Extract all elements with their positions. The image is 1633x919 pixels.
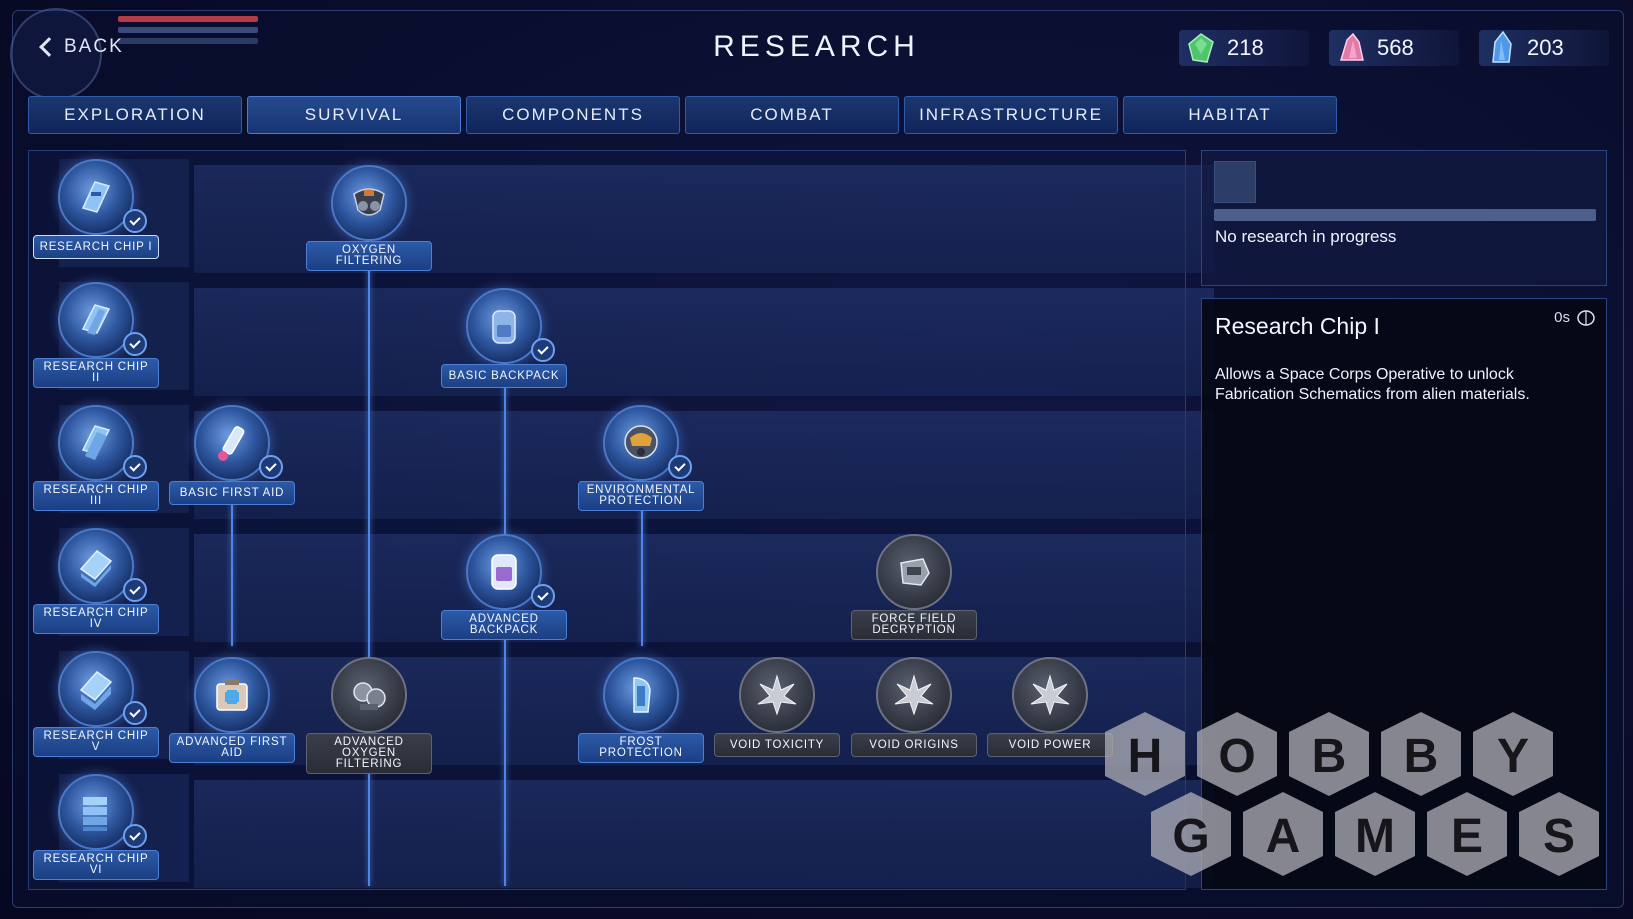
node-label: BASIC BACKPACK: [441, 364, 567, 388]
frost-suit-icon: [603, 657, 679, 733]
node-label: VOID TOXICITY: [714, 733, 840, 757]
svg-text:A: A: [1266, 810, 1301, 863]
node-research-chip-4[interactable]: RESEARCH CHIP IV: [33, 528, 159, 640]
void-crystal-icon: [876, 657, 952, 733]
checkmark-icon: [123, 701, 147, 725]
void-crystal-icon: [1012, 657, 1088, 733]
svg-text:B: B: [1312, 730, 1347, 783]
svg-text:E: E: [1451, 810, 1483, 863]
hobby-games-watermark: H O B B Y G A M E S: [1105, 712, 1599, 876]
current-research-thumbnail: [1214, 161, 1256, 203]
node-research-chip-2[interactable]: RESEARCH CHIP II: [33, 282, 159, 394]
resource-pink-value: 568: [1377, 35, 1414, 60]
research-progress-bar: [1214, 209, 1596, 221]
research-progress-panel: No research in progress: [1201, 150, 1607, 286]
node-label: RESEARCH CHIP IV: [33, 604, 159, 634]
oxygen-mask-icon: [331, 165, 407, 241]
node-label: ADVANCED OXYGEN FILTERING: [306, 733, 432, 774]
detail-description: Allows a Space Corps Operative to unlock…: [1215, 366, 1530, 403]
node-label: RESEARCH CHIP VI: [33, 850, 159, 880]
checkmark-icon: [123, 455, 147, 479]
node-force-field-decryption[interactable]: FORCE FIELD DECRYPTION: [851, 534, 977, 646]
node-research-chip-1[interactable]: RESEARCH CHIP I: [33, 159, 159, 271]
node-research-chip-6[interactable]: RESEARCH CHIP VI: [33, 774, 159, 886]
row-band: [194, 534, 1214, 642]
svg-text:H: H: [1128, 730, 1163, 783]
resource-pink: 568: [1329, 30, 1459, 66]
node-basic-backpack[interactable]: BASIC BACKPACK: [441, 288, 567, 400]
checkmark-icon: [531, 338, 555, 362]
svg-text:B: B: [1404, 730, 1439, 783]
row-band: [194, 411, 1214, 519]
research-progress-status: No research in progress: [1215, 227, 1397, 246]
node-label: RESEARCH CHIP III: [33, 481, 159, 511]
svg-text:O: O: [1218, 730, 1255, 783]
tree-connector: [368, 246, 370, 886]
node-research-chip-5[interactable]: RESEARCH CHIP V: [33, 651, 159, 763]
void-crystal-icon: [739, 657, 815, 733]
resource-blue: 203: [1479, 30, 1609, 66]
node-advanced-backpack[interactable]: ADVANCED BACKPACK: [441, 534, 567, 646]
node-label: RESEARCH CHIP I: [33, 235, 159, 259]
node-frost-protection[interactable]: FROST PROTECTION: [578, 657, 704, 769]
oxygen-tank-icon: [331, 657, 407, 733]
svg-text:Y: Y: [1497, 730, 1529, 783]
node-basic-first-aid[interactable]: BASIC FIRST AID: [169, 405, 295, 517]
medkit-icon: [194, 657, 270, 733]
node-label: ENVIRONMENTAL PROTECTION: [578, 481, 704, 511]
brain-icon: [1577, 310, 1595, 326]
checkmark-icon: [668, 455, 692, 479]
tab-infrastructure[interactable]: INFRASTRUCTURE: [904, 96, 1118, 134]
node-void-toxicity[interactable]: VOID TOXICITY: [714, 657, 840, 769]
tab-survival[interactable]: SURVIVAL: [247, 96, 461, 134]
checkmark-icon: [123, 824, 147, 848]
svg-text:M: M: [1355, 810, 1395, 863]
row-band: [194, 780, 1214, 888]
node-research-chip-3[interactable]: RESEARCH CHIP III: [33, 405, 159, 517]
node-environmental-protection[interactable]: ENVIRONMENTAL PROTECTION: [578, 405, 704, 517]
node-label: RESEARCH CHIP V: [33, 727, 159, 757]
checkmark-icon: [259, 455, 283, 479]
node-label: FROST PROTECTION: [578, 733, 704, 763]
detail-title: Research Chip I: [1215, 313, 1380, 339]
svg-text:S: S: [1543, 810, 1575, 863]
checkmark-icon: [123, 209, 147, 233]
resource-counters: 218 568 203: [1179, 30, 1609, 66]
tab-combat[interactable]: COMBAT: [685, 96, 899, 134]
green-crystal-icon: [1188, 33, 1214, 63]
node-void-origins[interactable]: VOID ORIGINS: [851, 657, 977, 769]
research-tree-panel[interactable]: RESEARCH CHIP I RESEARCH CHIP II RESEARC…: [28, 150, 1214, 890]
checkmark-icon: [123, 578, 147, 602]
node-label: RESEARCH CHIP II: [33, 358, 159, 388]
resource-blue-value: 203: [1527, 35, 1564, 60]
node-label: VOID POWER: [987, 733, 1113, 757]
node-oxygen-filtering[interactable]: OXYGEN FILTERING: [306, 165, 432, 277]
node-void-power[interactable]: VOID POWER: [987, 657, 1113, 769]
detail-research-time: 0s: [1554, 309, 1570, 326]
tab-components[interactable]: COMPONENTS: [466, 96, 680, 134]
node-label: VOID ORIGINS: [851, 733, 977, 757]
node-label: BASIC FIRST AID: [169, 481, 295, 505]
force-field-icon: [876, 534, 952, 610]
node-advanced-oxygen-filtering[interactable]: ADVANCED OXYGEN FILTERING: [306, 657, 432, 774]
resource-green: 218: [1179, 30, 1309, 66]
node-label: ADVANCED BACKPACK: [441, 610, 567, 640]
blue-crystal-icon: [1492, 30, 1512, 63]
node-label: FORCE FIELD DECRYPTION: [851, 610, 977, 640]
node-label: ADVANCED FIRST AID: [169, 733, 295, 763]
research-tabs: EXPLORATION SURVIVAL COMPONENTS COMBAT I…: [28, 96, 1337, 134]
node-advanced-first-aid[interactable]: ADVANCED FIRST AID: [169, 657, 295, 769]
tab-habitat[interactable]: HABITAT: [1123, 96, 1337, 134]
row-band: [194, 288, 1214, 396]
pink-crystal-icon: [1339, 32, 1364, 61]
resource-green-value: 218: [1227, 35, 1264, 60]
svg-text:G: G: [1172, 810, 1209, 863]
tab-exploration[interactable]: EXPLORATION: [28, 96, 242, 134]
node-label: OXYGEN FILTERING: [306, 241, 432, 271]
checkmark-icon: [531, 584, 555, 608]
checkmark-icon: [123, 332, 147, 356]
